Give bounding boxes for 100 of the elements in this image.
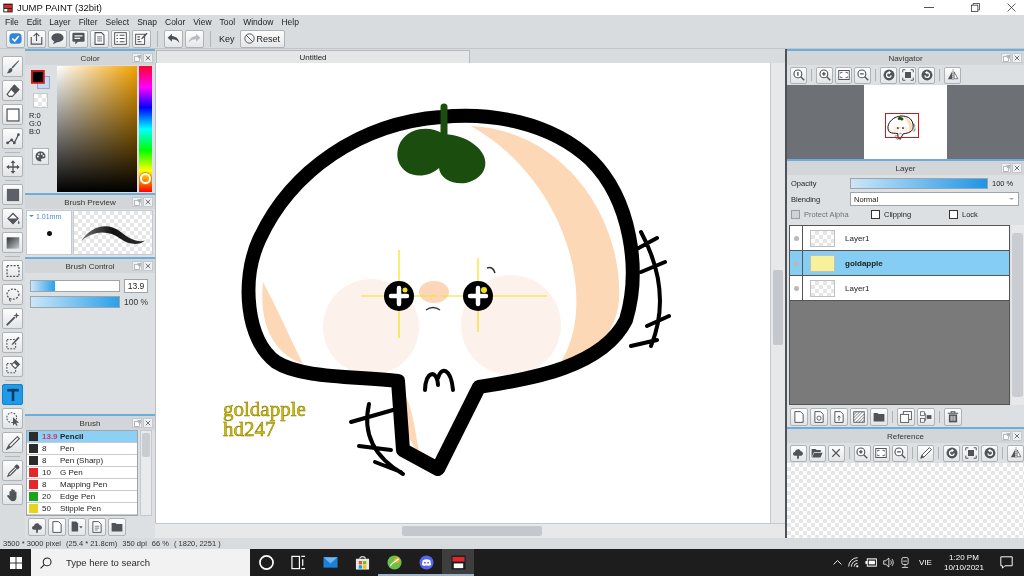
toolbar-button[interactable] bbox=[944, 66, 961, 84]
toolbar-button[interactable] bbox=[111, 29, 130, 48]
menu-item[interactable]: Layer bbox=[45, 15, 75, 29]
menu-item[interactable]: View bbox=[189, 15, 216, 29]
brush-list-item[interactable]: 10 G Pen bbox=[27, 467, 137, 479]
toolbar-button[interactable] bbox=[835, 66, 852, 84]
toolbar-button[interactable] bbox=[816, 66, 833, 84]
toolbar-button[interactable] bbox=[790, 444, 807, 462]
toolbar-button[interactable] bbox=[944, 408, 962, 426]
menu-item[interactable]: Tool bbox=[215, 15, 240, 29]
tool-button[interactable] bbox=[2, 284, 23, 305]
monitor-icon[interactable] bbox=[900, 557, 911, 568]
scrollbar-thumb[interactable] bbox=[1012, 233, 1023, 397]
brush-list-item[interactable]: 8 Mapping Pen bbox=[27, 479, 137, 491]
tool-button[interactable] bbox=[2, 184, 23, 205]
menu-item[interactable]: Help bbox=[277, 15, 303, 29]
menu-item[interactable]: Edit bbox=[22, 15, 46, 29]
hue-slider[interactable] bbox=[139, 66, 152, 192]
color-swatches-icon[interactable] bbox=[30, 70, 50, 89]
tool-button[interactable] bbox=[2, 356, 23, 377]
palette-button[interactable] bbox=[31, 148, 49, 165]
scrollbar-thumb[interactable] bbox=[773, 270, 783, 345]
tool-button[interactable] bbox=[2, 208, 23, 229]
toolbar-button[interactable] bbox=[810, 408, 828, 426]
menu-item[interactable]: Select bbox=[101, 15, 134, 29]
toolbar-button[interactable] bbox=[27, 29, 46, 48]
viewport-frame[interactable] bbox=[885, 113, 919, 138]
tool-button[interactable] bbox=[2, 332, 23, 353]
toolbar-button[interactable] bbox=[872, 444, 890, 462]
layer-row[interactable]: Layer1 bbox=[790, 226, 1010, 251]
layer-row[interactable]: goldapple bbox=[790, 251, 1010, 276]
toolbar-button[interactable] bbox=[790, 408, 808, 426]
opacity-slider[interactable] bbox=[850, 177, 988, 189]
close-button[interactable] bbox=[1012, 53, 1022, 63]
language-indicator[interactable]: VIE bbox=[919, 558, 932, 567]
close-button[interactable] bbox=[143, 418, 153, 428]
toolbar-button[interactable] bbox=[827, 444, 845, 462]
toolbar-button[interactable] bbox=[48, 29, 67, 48]
toolbar-button[interactable] bbox=[6, 29, 25, 48]
color-square[interactable] bbox=[57, 66, 137, 192]
toolbar-button[interactable] bbox=[899, 66, 916, 84]
tool-button[interactable] bbox=[2, 56, 23, 77]
brush-list-item[interactable]: 50 Stipple Pen bbox=[27, 503, 137, 515]
brush-list-item[interactable]: 8 Pen (Sharp) bbox=[27, 455, 137, 467]
tool-button[interactable] bbox=[2, 484, 23, 505]
taskbar-app-button[interactable] bbox=[442, 549, 474, 576]
tool-button[interactable] bbox=[2, 432, 23, 453]
clock-date[interactable]: 10/10/2021 bbox=[943, 562, 984, 573]
close-button[interactable] bbox=[143, 197, 153, 207]
speaker-icon[interactable] bbox=[883, 557, 895, 568]
undo-button[interactable] bbox=[164, 29, 183, 48]
close-button[interactable] bbox=[1012, 431, 1022, 441]
toolbar-button[interactable] bbox=[850, 408, 868, 426]
tool-button[interactable] bbox=[2, 260, 23, 281]
search-field[interactable]: Type here to search bbox=[31, 549, 250, 576]
tool-button[interactable] bbox=[2, 128, 23, 149]
menu-item[interactable]: Color bbox=[161, 15, 190, 29]
toolbar-button[interactable] bbox=[981, 444, 999, 462]
tool-button[interactable] bbox=[2, 408, 23, 429]
chevron-up-icon[interactable] bbox=[833, 560, 843, 565]
tool-button[interactable] bbox=[2, 384, 23, 405]
toolbar-button[interactable] bbox=[897, 408, 915, 426]
menu-item[interactable]: Filter bbox=[74, 15, 102, 29]
toolbar-button[interactable] bbox=[870, 408, 888, 426]
toolbar-button[interactable] bbox=[132, 29, 151, 48]
value-input-field[interactable]: 13.9 bbox=[124, 278, 148, 293]
toolbar-button[interactable] bbox=[854, 66, 871, 84]
brush-list-item[interactable]: 20 Edge Pen bbox=[27, 491, 137, 503]
battery-icon[interactable] bbox=[865, 558, 878, 567]
toolbar-button[interactable] bbox=[1007, 444, 1024, 462]
transparent-swatch-icon[interactable] bbox=[32, 93, 48, 108]
toolbar-button[interactable] bbox=[917, 444, 935, 462]
toolbar-button[interactable] bbox=[68, 518, 86, 536]
document-tab[interactable]: Untitled bbox=[156, 50, 470, 63]
toolbar-button[interactable] bbox=[69, 29, 88, 48]
brush-list-item[interactable]: 8 Pen bbox=[27, 443, 137, 455]
brush-slider[interactable] bbox=[30, 279, 120, 292]
menu-item[interactable]: Snap bbox=[133, 15, 161, 29]
tool-button[interactable] bbox=[2, 104, 23, 125]
toolbar-button[interactable] bbox=[943, 444, 961, 462]
toolbar-button[interactable] bbox=[108, 518, 126, 536]
toolbar-button[interactable] bbox=[917, 408, 935, 426]
layer-row[interactable]: Layer1 bbox=[790, 276, 1010, 301]
close-button[interactable] bbox=[143, 261, 153, 271]
toolbar-button[interactable] bbox=[891, 444, 909, 462]
toolbar-button[interactable] bbox=[962, 444, 980, 462]
toolbar-button[interactable] bbox=[48, 518, 66, 536]
brush-slider[interactable] bbox=[30, 295, 120, 308]
tool-button[interactable] bbox=[2, 80, 23, 101]
toolbar-button[interactable] bbox=[808, 444, 826, 462]
toolbar-button[interactable] bbox=[918, 66, 935, 84]
wifi-icon[interactable] bbox=[848, 557, 860, 568]
reset-button[interactable]: Reset bbox=[239, 29, 286, 48]
scrollbar-thumb[interactable] bbox=[402, 526, 542, 536]
brush-list-item[interactable]: 13.9 Pencil bbox=[27, 431, 137, 443]
tool-button[interactable] bbox=[2, 460, 23, 481]
tool-button[interactable] bbox=[2, 232, 23, 253]
checkbox[interactable] bbox=[871, 210, 880, 219]
toolbar-button[interactable] bbox=[88, 518, 106, 536]
menu-item[interactable]: Window bbox=[239, 15, 278, 29]
